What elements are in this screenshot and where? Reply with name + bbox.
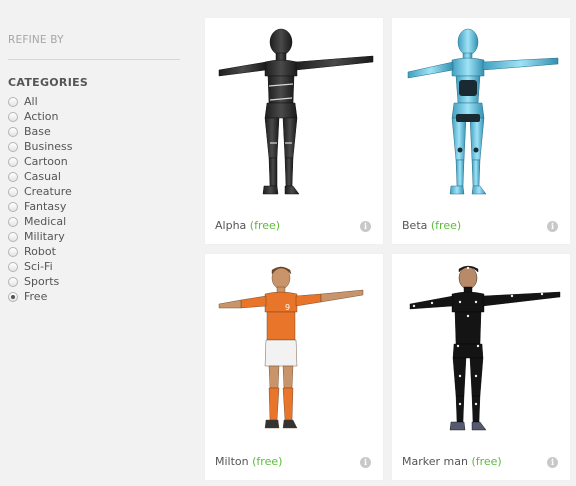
model-name: Milton: [215, 455, 249, 468]
radio-icon[interactable]: [8, 111, 18, 122]
svg-text:9: 9: [285, 303, 290, 312]
info-icon[interactable]: i: [547, 221, 558, 232]
info-icon[interactable]: i: [547, 457, 558, 468]
model-card-alpha[interactable]: Alpha (free) i: [205, 18, 383, 244]
category-label: Medical: [24, 215, 67, 228]
radio-icon[interactable]: [8, 96, 18, 107]
model-caption[interactable]: Alpha (free): [215, 219, 280, 232]
radio-icon[interactable]: [8, 276, 18, 287]
categories-heading: CATEGORIES: [8, 76, 89, 89]
radio-icon[interactable]: [8, 291, 18, 302]
model-card-beta[interactable]: Beta (free) i: [392, 18, 570, 244]
category-label: Sci-Fi: [24, 260, 53, 273]
sidebar-divider: [8, 59, 180, 60]
model-card-milton[interactable]: 9 Milton (free) i: [205, 254, 383, 480]
category-medical[interactable]: Medical: [8, 214, 73, 229]
category-action[interactable]: Action: [8, 109, 73, 124]
category-label: Military: [24, 230, 65, 243]
model-name: Alpha: [215, 219, 247, 232]
radio-icon[interactable]: [8, 186, 18, 197]
model-name: Beta: [402, 219, 428, 232]
category-free[interactable]: Free: [8, 289, 73, 304]
category-robot[interactable]: Robot: [8, 244, 73, 259]
category-label: Free: [24, 290, 48, 303]
category-fantasy[interactable]: Fantasy: [8, 199, 73, 214]
radio-icon[interactable]: [8, 171, 18, 182]
radio-icon[interactable]: [8, 156, 18, 167]
radio-icon[interactable]: [8, 231, 18, 242]
radio-icon[interactable]: [8, 246, 18, 257]
beta-model-image: [407, 28, 559, 195]
category-label: Fantasy: [24, 200, 67, 213]
category-label: Action: [24, 110, 59, 123]
refine-by-heading: REFINE BY: [8, 34, 64, 46]
info-icon[interactable]: i: [360, 457, 371, 468]
category-label: Creature: [24, 185, 72, 198]
price-label: (free): [249, 219, 281, 232]
category-label: Business: [24, 140, 73, 153]
marker-man-model-image: [409, 265, 561, 431]
category-label: Base: [24, 125, 51, 138]
milton-model-image: 9: [218, 266, 364, 429]
radio-icon[interactable]: [8, 216, 18, 227]
category-sci-fi[interactable]: Sci-Fi: [8, 259, 73, 274]
category-cartoon[interactable]: Cartoon: [8, 154, 73, 169]
category-label: Sports: [24, 275, 60, 288]
category-list: All Action Base Business Cartoon Casual …: [8, 94, 73, 304]
category-label: Cartoon: [24, 155, 68, 168]
price-label: (free): [430, 219, 462, 232]
category-all[interactable]: All: [8, 94, 73, 109]
category-label: Robot: [24, 245, 56, 258]
model-caption[interactable]: Marker man (free): [402, 455, 502, 468]
price-label: (free): [252, 455, 283, 468]
category-casual[interactable]: Casual: [8, 169, 73, 184]
radio-icon[interactable]: [8, 126, 18, 137]
model-name: Marker man: [402, 455, 468, 468]
model-card-marker-man[interactable]: Marker man (free) i: [392, 254, 570, 480]
category-business[interactable]: Business: [8, 139, 73, 154]
category-label: All: [24, 95, 38, 108]
category-creature[interactable]: Creature: [8, 184, 73, 199]
category-military[interactable]: Military: [8, 229, 73, 244]
model-caption[interactable]: Milton (free): [215, 455, 282, 468]
category-sports[interactable]: Sports: [8, 274, 73, 289]
alpha-model-image: [218, 28, 374, 195]
category-base[interactable]: Base: [8, 124, 73, 139]
info-icon[interactable]: i: [360, 221, 371, 232]
category-label: Casual: [24, 170, 61, 183]
radio-icon[interactable]: [8, 141, 18, 152]
model-caption[interactable]: Beta (free): [402, 219, 461, 232]
radio-icon[interactable]: [8, 261, 18, 272]
radio-icon[interactable]: [8, 201, 18, 212]
price-label: (free): [471, 455, 502, 468]
